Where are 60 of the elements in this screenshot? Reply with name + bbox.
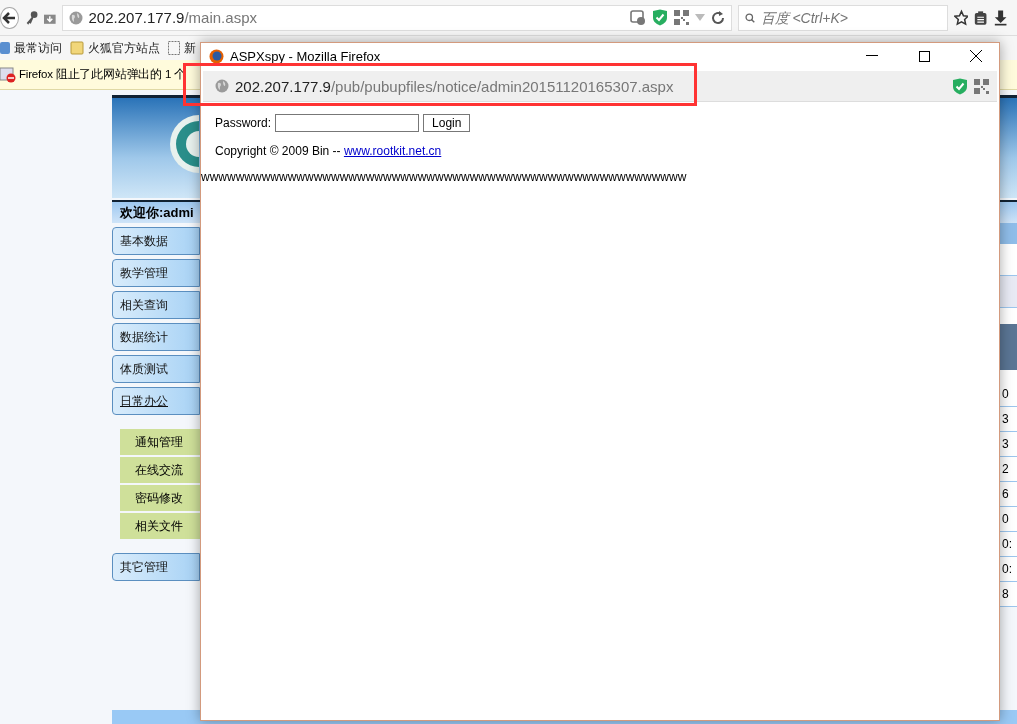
- table-cell: 0: [1002, 512, 1009, 526]
- reload-icon[interactable]: [710, 10, 725, 25]
- maximize-icon: [918, 50, 930, 62]
- bookmark-label[interactable]: 火狐官方站点: [88, 39, 160, 57]
- submenu-item[interactable]: 通知管理: [120, 429, 200, 455]
- bookmark-icon: [0, 41, 10, 55]
- menu-item[interactable]: 教学管理: [112, 259, 200, 287]
- blocked-popup-icon: [0, 66, 16, 83]
- welcome-text: 欢迎你:admi: [120, 203, 194, 222]
- key-icon[interactable]: [24, 8, 38, 27]
- table-cell: 8: [1002, 587, 1009, 601]
- search-field[interactable]: 百度 <Ctrl+K>: [737, 4, 948, 31]
- address-bar[interactable]: 202.207.177.9/pub/pubupfiles/notice/admin20151120165307.aspx: [203, 71, 997, 102]
- password-field[interactable]: [275, 114, 420, 132]
- table-cell: 2: [1002, 462, 1009, 476]
- search-input[interactable]: 百度 <Ctrl+K>: [760, 6, 941, 29]
- close-icon: [970, 50, 982, 62]
- copyright-text: Copyright © 2009 Bin -- www.rootkit.net.cn: [215, 144, 443, 158]
- bookmark-label[interactable]: 新: [184, 39, 196, 57]
- search-icon: [744, 10, 755, 25]
- table-header: [1000, 324, 1017, 370]
- blocked-popup-icon[interactable]: [629, 9, 646, 26]
- table-row: [1000, 276, 1017, 308]
- table-cell: 0: [1002, 387, 1009, 401]
- address-bar[interactable]: 202.207.177.9/main.aspx: [61, 4, 732, 31]
- table-cell: 3: [1002, 412, 1009, 426]
- menu-item[interactable]: 体质测试: [112, 355, 200, 383]
- menu-item[interactable]: 其它管理: [112, 553, 200, 581]
- minimize-icon: [866, 55, 878, 57]
- menu-item[interactable]: 数据统计: [112, 323, 200, 351]
- table-cell: 6: [1002, 487, 1009, 501]
- password-label: Password:: [215, 116, 272, 130]
- table-cell: 0:: [1002, 537, 1012, 551]
- submenu-item[interactable]: 密码修改: [120, 485, 200, 511]
- shield-icon[interactable]: [651, 9, 668, 26]
- star-icon[interactable]: [953, 8, 969, 27]
- menu-item[interactable]: 相关查询: [112, 291, 200, 319]
- submenu-item[interactable]: 相关文件: [120, 513, 200, 539]
- filler-text: wwwwwwwwwwwwwwwwwwwwwwwwwwwwwwwwwwwwwwwwwwwwwwwwwwwwwwww: [201, 170, 688, 184]
- firefox-icon: [209, 48, 224, 64]
- back-button[interactable]: [0, 6, 19, 29]
- globe-icon: [68, 10, 83, 25]
- window-title: ASPXspy - Mozilla Firefox: [230, 48, 381, 64]
- download-icon[interactable]: [993, 8, 1007, 27]
- qr-code-icon[interactable]: [974, 78, 989, 94]
- submenu-item[interactable]: 在线交流: [120, 457, 200, 483]
- qr-code-icon[interactable]: [673, 10, 689, 25]
- menu-item[interactable]: 基本数据: [112, 227, 200, 255]
- site-link[interactable]: www.rootkit.net.cn: [343, 144, 442, 158]
- page-icon: [168, 41, 180, 55]
- globe-icon: [215, 79, 229, 93]
- table-header-bar: [1000, 223, 1017, 244]
- folder-icon: [70, 41, 84, 55]
- table-cell: 3: [1002, 437, 1009, 451]
- clipboard-icon[interactable]: [974, 8, 988, 27]
- login-button[interactable]: Login: [423, 114, 471, 132]
- table-cell: 0:: [1002, 562, 1012, 576]
- shield-icon[interactable]: [952, 77, 968, 95]
- bookmark-label[interactable]: 最常访问: [14, 39, 62, 57]
- menu-item[interactable]: 日常办公: [112, 387, 200, 415]
